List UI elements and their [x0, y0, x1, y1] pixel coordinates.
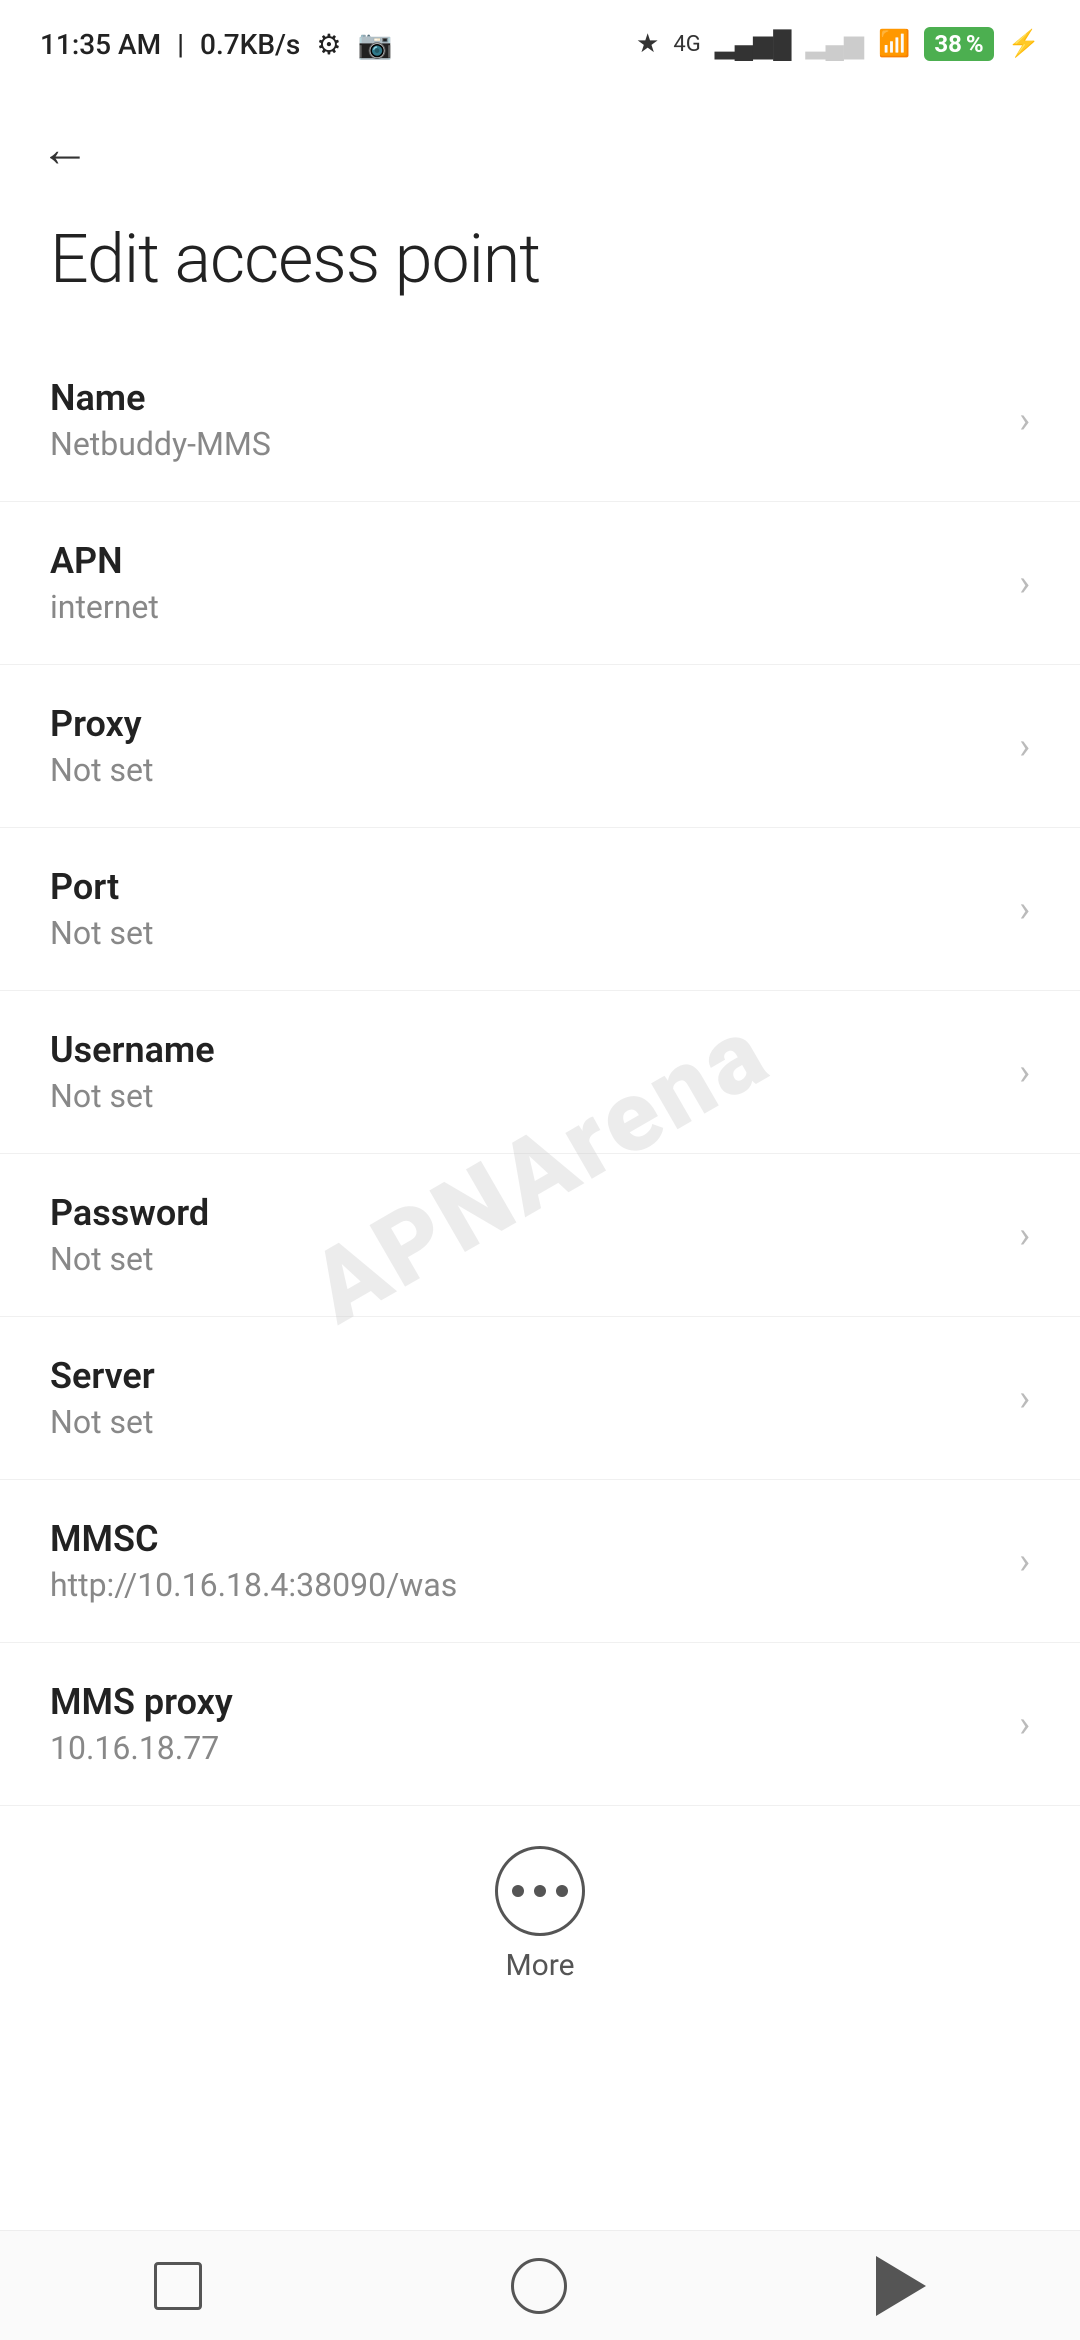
settings-item-value-port: Not set [50, 914, 999, 952]
settings-item-port[interactable]: Port Not set › [0, 828, 1080, 991]
nav-back-button[interactable] [876, 2256, 926, 2316]
settings-item-content-mms_proxy: MMS proxy 10.16.18.77 [50, 1681, 999, 1767]
time-display: 11:35 AM [40, 28, 161, 61]
battery-indicator: 38 % [924, 27, 993, 61]
settings-item-title-name: Name [50, 377, 999, 419]
chevron-right-icon-apn: › [1019, 562, 1030, 604]
home-icon [511, 2258, 567, 2314]
navigation-bar [0, 2230, 1080, 2340]
settings-item-proxy[interactable]: Proxy Not set › [0, 665, 1080, 828]
settings-item-value-mmsc: http://10.16.18.4:38090/was [50, 1566, 999, 1604]
data-speed: 0.7KB/s [200, 28, 300, 61]
settings-item-title-apn: APN [50, 540, 999, 582]
settings-item-mmsc[interactable]: MMSC http://10.16.18.4:38090/was › [0, 1480, 1080, 1643]
settings-item-value-proxy: Not set [50, 751, 999, 789]
settings-item-title-username: Username [50, 1029, 999, 1071]
settings-item-title-password: Password [50, 1192, 999, 1234]
status-left: 11:35 AM | 0.7KB/s ⚙ 📷 [40, 28, 392, 61]
settings-item-value-username: Not set [50, 1077, 999, 1115]
settings-item-value-mms_proxy: 10.16.18.77 [50, 1729, 999, 1767]
nav-home-button[interactable] [511, 2258, 567, 2314]
more-label: More [505, 1948, 574, 1983]
status-bar: 11:35 AM | 0.7KB/s ⚙ 📷 ★ 4G ▂▄▆█ ▂▄▆ 📶 3… [0, 0, 1080, 80]
settings-item-title-mmsc: MMSC [50, 1518, 999, 1560]
chevron-right-icon-server: › [1019, 1377, 1030, 1419]
chevron-right-icon-mmsc: › [1019, 1540, 1030, 1582]
settings-item-content-proxy: Proxy Not set [50, 703, 999, 789]
network-4g-icon: 4G [673, 32, 700, 57]
back-button-area[interactable]: ← [0, 80, 1080, 199]
settings-icon: ⚙ [316, 28, 341, 61]
bluetooth-icon: ★ [636, 29, 659, 59]
settings-item-value-apn: internet [50, 588, 999, 626]
settings-item-server[interactable]: Server Not set › [0, 1317, 1080, 1480]
chevron-right-icon-port: › [1019, 888, 1030, 930]
settings-item-content-apn: APN internet [50, 540, 999, 626]
camera-icon: 📷 [357, 28, 392, 61]
chevron-right-icon-name: › [1019, 399, 1030, 441]
settings-item-title-server: Server [50, 1355, 999, 1397]
settings-item-password[interactable]: Password Not set › [0, 1154, 1080, 1317]
settings-item-content-port: Port Not set [50, 866, 999, 952]
settings-item-title-proxy: Proxy [50, 703, 999, 745]
settings-item-content-mmsc: MMSC http://10.16.18.4:38090/was [50, 1518, 999, 1604]
settings-item-username[interactable]: Username Not set › [0, 991, 1080, 1154]
back-icon [876, 2256, 926, 2316]
chevron-right-icon-proxy: › [1019, 725, 1030, 767]
settings-item-value-name: Netbuddy-MMS [50, 425, 999, 463]
more-dots-icon [512, 1885, 568, 1897]
recents-icon [154, 2262, 202, 2310]
chevron-right-icon-mms_proxy: › [1019, 1703, 1030, 1745]
settings-item-content-server: Server Not set [50, 1355, 999, 1441]
settings-item-title-port: Port [50, 866, 999, 908]
page-title: Edit access point [0, 199, 1080, 339]
more-button[interactable] [495, 1846, 585, 1936]
settings-item-content-name: Name Netbuddy-MMS [50, 377, 999, 463]
chevron-right-icon-password: › [1019, 1214, 1030, 1256]
settings-item-title-mms_proxy: MMS proxy [50, 1681, 999, 1723]
settings-item-value-server: Not set [50, 1403, 999, 1441]
settings-item-apn[interactable]: APN internet › [0, 502, 1080, 665]
signal2-icon: ▂▄▆ [806, 29, 864, 60]
chevron-right-icon-username: › [1019, 1051, 1030, 1093]
nav-recents-button[interactable] [154, 2262, 202, 2310]
signal-icon: ▂▄▆█ [715, 29, 792, 60]
settings-item-name[interactable]: Name Netbuddy-MMS › [0, 339, 1080, 502]
settings-item-mms_proxy[interactable]: MMS proxy 10.16.18.77 › [0, 1643, 1080, 1806]
status-right: ★ 4G ▂▄▆█ ▂▄▆ 📶 38 % ⚡ [636, 27, 1040, 61]
more-section: More [0, 1806, 1080, 2033]
separator: | [177, 28, 184, 61]
battery-percent: 38 [934, 30, 962, 58]
settings-item-content-password: Password Not set [50, 1192, 999, 1278]
wifi-icon: 📶 [878, 29, 910, 59]
charging-icon: ⚡ [1008, 29, 1040, 59]
back-arrow-icon[interactable]: ← [40, 121, 90, 179]
settings-item-value-password: Not set [50, 1240, 999, 1278]
settings-list: Name Netbuddy-MMS › APN internet › Proxy… [0, 339, 1080, 1806]
settings-item-content-username: Username Not set [50, 1029, 999, 1115]
